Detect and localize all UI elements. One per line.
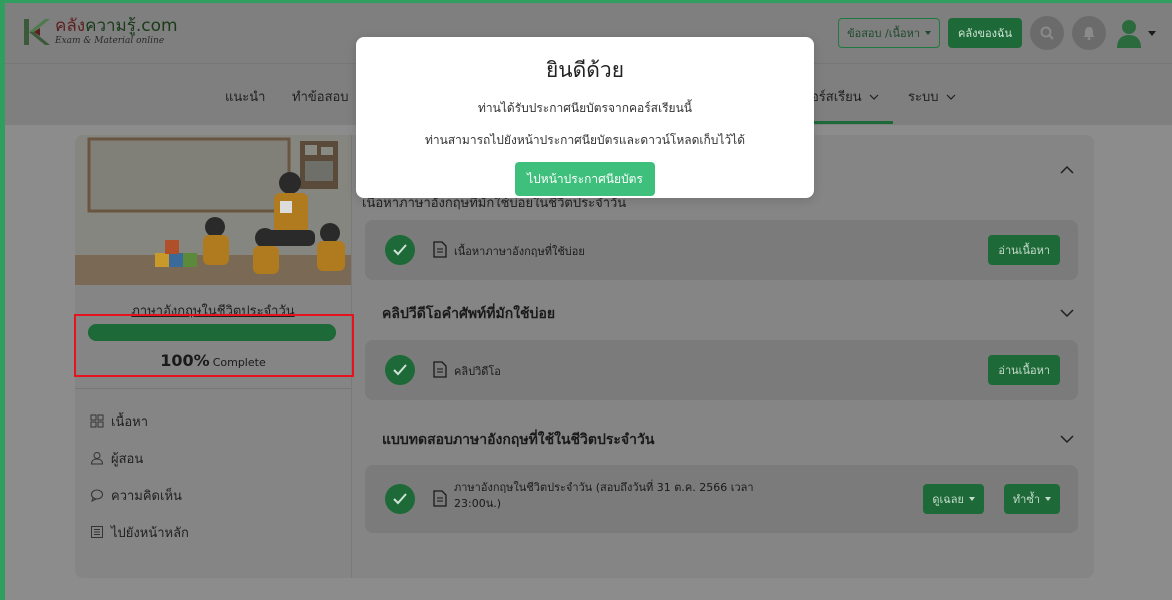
check-circle-icon bbox=[385, 235, 415, 265]
lesson-title[interactable]: ภาษาอังกฤษในชีวิตประจำวัน (สอบถึงวันที่ … bbox=[454, 480, 754, 512]
document-icon bbox=[433, 361, 447, 378]
chevron-down-icon bbox=[869, 94, 879, 100]
lesson-row: คลิปวิดีโอ อ่านเนื้อหา bbox=[365, 340, 1078, 400]
site-logo[interactable]: คลังความรู้.com Exam & Material online bbox=[23, 17, 178, 47]
sidebar-item-content[interactable]: เนื้อหา bbox=[90, 411, 189, 431]
nav-item-courses[interactable]: อร์สเรียน bbox=[811, 86, 879, 107]
modal-message: ท่านได้รับประกาศนียบัตรจากคอร์สเรียนนี้ bbox=[478, 101, 692, 115]
newspaper-icon bbox=[91, 526, 103, 538]
sidebar-item-label: เนื้อหา bbox=[111, 414, 149, 430]
search-button[interactable] bbox=[1030, 16, 1064, 50]
exam-content-select[interactable]: ข้อสอบ /เนื้อหา bbox=[838, 18, 941, 48]
caret-down-icon bbox=[969, 497, 975, 501]
lesson-row: ภาษาอังกฤษในชีวิตประจำวัน (สอบถึงวันที่ … bbox=[365, 465, 1078, 533]
sidebar-item-label: ความคิดเห็น bbox=[111, 488, 182, 504]
user-icon bbox=[1117, 20, 1141, 48]
sidebar-item-instructor[interactable]: ผู้สอน bbox=[90, 448, 189, 468]
section-title-video[interactable]: คลิปวีดีโอคำศัพท์ที่มักใช้บ่อย bbox=[382, 303, 555, 325]
search-icon bbox=[1040, 26, 1054, 40]
chevron-down-icon[interactable] bbox=[1060, 308, 1074, 318]
modal-title: ยินดีด้วย bbox=[545, 58, 625, 82]
chevron-down-icon bbox=[946, 94, 956, 100]
sidebar-item-label: ไปยังหน้าหลัก bbox=[111, 525, 189, 541]
congrats-modal: ยินดีด้วย ท่านได้รับประกาศนียบัตรจากคอร์… bbox=[356, 37, 814, 198]
section-title-quiz[interactable]: แบบทดสอบภาษาอังกฤษที่ใช้ในชีวิตประจำวัน bbox=[382, 429, 654, 451]
chevron-down-icon[interactable] bbox=[1060, 434, 1074, 444]
read-content-button[interactable]: อ่านเนื้อหา bbox=[988, 235, 1060, 265]
user-menu[interactable] bbox=[1114, 17, 1156, 49]
nav-item-system[interactable]: ระบบ bbox=[908, 86, 956, 107]
notification-button[interactable] bbox=[1072, 16, 1106, 50]
highlight-box bbox=[74, 314, 354, 377]
chevron-up-icon[interactable] bbox=[1060, 165, 1074, 175]
active-nav-underline bbox=[805, 121, 893, 124]
caret-down-icon bbox=[1045, 497, 1051, 501]
read-content-button[interactable]: อ่านเนื้อหา bbox=[988, 355, 1060, 385]
lesson-title[interactable]: เนื้อหาภาษาอังกฤษที่ใช้บ่อย bbox=[454, 242, 585, 260]
sidebar-item-home[interactable]: ไปยังหน้าหลัก bbox=[90, 522, 189, 542]
logo-tagline: Exam & Material online bbox=[55, 36, 165, 46]
sidebar-divider bbox=[75, 388, 351, 389]
logo-wordmark: คลังความรู้.com bbox=[55, 16, 178, 36]
bell-icon bbox=[1083, 27, 1095, 40]
comment-icon bbox=[91, 489, 103, 502]
sidebar-menu: เนื้อหา ผู้สอน ความคิดเห็น ไปยังหน้าหลัก bbox=[90, 411, 189, 559]
sidebar-item-comments[interactable]: ความคิดเห็น bbox=[90, 485, 189, 505]
logo-k-icon bbox=[23, 17, 51, 47]
nav-item-take-exam[interactable]: ทำข้อสอบ bbox=[292, 86, 349, 107]
nav-item-intro[interactable]: แนะนำ bbox=[225, 86, 265, 107]
course-cover-image bbox=[75, 135, 351, 285]
sidebar-item-label: ผู้สอน bbox=[111, 451, 144, 467]
caret-down-icon bbox=[1148, 30, 1156, 36]
grid-icon bbox=[90, 414, 104, 428]
document-icon bbox=[433, 490, 447, 507]
lesson-row: เนื้อหาภาษาอังกฤษที่ใช้บ่อย อ่านเนื้อหา bbox=[365, 220, 1078, 280]
check-circle-icon bbox=[385, 484, 415, 514]
modal-message: ท่านสามารถไปยังหน้าประกาศนียบัตรและดาวน์… bbox=[425, 133, 745, 147]
retake-dropdown[interactable]: ทำซ้ำ bbox=[1003, 484, 1060, 514]
view-answers-dropdown[interactable]: ดูเฉลย bbox=[923, 484, 984, 514]
person-icon bbox=[90, 452, 104, 465]
go-to-certificate-button[interactable]: ไปหน้าประกาศนียบัตร bbox=[515, 162, 655, 196]
lesson-title[interactable]: คลิปวิดีโอ bbox=[454, 362, 501, 380]
exam-content-select-label: ข้อสอบ /เนื้อหา bbox=[847, 27, 921, 40]
caret-down-icon bbox=[925, 31, 932, 35]
check-circle-icon bbox=[385, 355, 415, 385]
course-content: เนื้อหาภาษาอังกฤษที่มักใช้บ่อยในชีวิตประ… bbox=[351, 135, 1094, 578]
my-library-button[interactable]: คลังของฉัน bbox=[948, 18, 1022, 48]
document-icon bbox=[433, 241, 447, 258]
